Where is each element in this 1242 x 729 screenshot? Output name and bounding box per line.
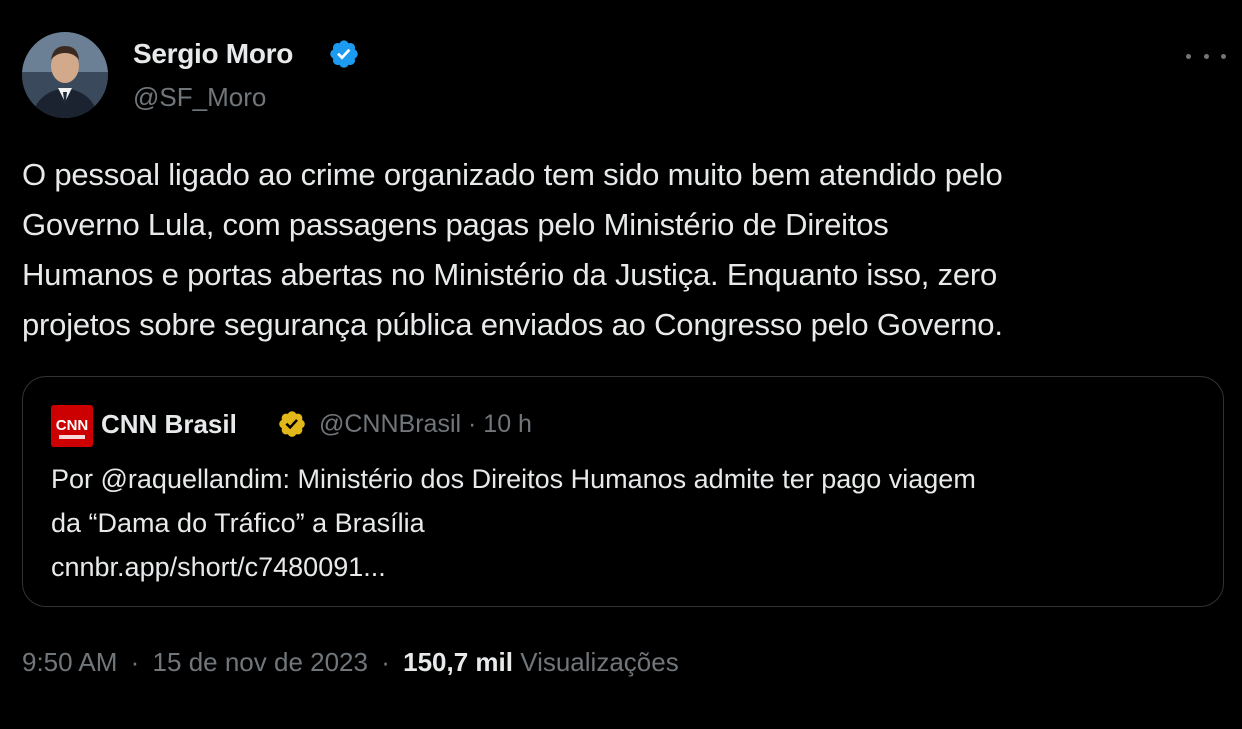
tweet-text-line: O pessoal ligado ao crime organizado tem…	[22, 157, 1003, 192]
quoted-link: cnnbr.app/short/c7480091...	[51, 552, 386, 582]
tweet-text: O pessoal ligado ao crime organizado tem…	[22, 150, 1227, 350]
tweet-text-line: projetos sobre segurança pública enviado…	[22, 307, 1003, 342]
author-handle[interactable]: @SF_Moro	[133, 82, 266, 113]
quoted-author-handle: @CNNBrasil	[319, 410, 462, 438]
quoted-tweet-card[interactable]: CNN CNN Brasil @CNNBrasil · 10 h Por @ra…	[22, 376, 1224, 607]
views-label: Visualizações	[520, 647, 679, 677]
quoted-text-line: da “Dama do Tráfico” a Brasília	[51, 508, 425, 538]
tweet-time[interactable]: 9:50 AM	[22, 647, 117, 677]
quoted-time: 10 h	[483, 410, 532, 438]
meta-separator: ·	[130, 647, 140, 677]
author-name[interactable]: Sergio Moro	[133, 38, 293, 70]
avatar-image	[22, 32, 108, 118]
more-options-button[interactable]	[1186, 40, 1226, 72]
quoted-author-name: CNN Brasil	[101, 409, 237, 439]
tweet-date[interactable]: 15 de nov de 2023	[153, 647, 368, 677]
tweet-text-line: Humanos e portas abertas no Ministério d…	[22, 257, 998, 292]
more-horizontal-icon	[1221, 53, 1226, 59]
more-horizontal-icon	[1203, 53, 1209, 59]
more-horizontal-icon	[1186, 53, 1191, 59]
cnn-logo-icon: CNN	[51, 405, 93, 447]
meta-separator: ·	[468, 410, 477, 438]
tweet-footer: 9:50 AM · 15 de nov de 2023 · 150,7 mil …	[22, 647, 679, 678]
views-count[interactable]: 150,7 mil	[403, 647, 513, 677]
quoted-meta: @CNNBrasil · 10 h	[319, 410, 532, 439]
quoted-text-line: Por @raquellandim: Ministério dos Direit…	[51, 464, 976, 494]
tweet-text-line: Governo Lula, com passagens pagas pelo M…	[22, 207, 889, 242]
quoted-text: Por @raquellandim: Ministério dos Direit…	[51, 457, 1201, 589]
meta-separator: ·	[381, 647, 390, 677]
verified-badge-icon	[330, 40, 358, 68]
verified-gold-badge-icon	[279, 411, 305, 437]
cnn-logo: CNN	[51, 405, 93, 447]
avatar[interactable]	[22, 32, 108, 118]
cnn-logo-text: CNN	[56, 417, 89, 434]
tweet: Sergio Moro @SF_Moro O pessoal ligado ao…	[0, 0, 1242, 729]
